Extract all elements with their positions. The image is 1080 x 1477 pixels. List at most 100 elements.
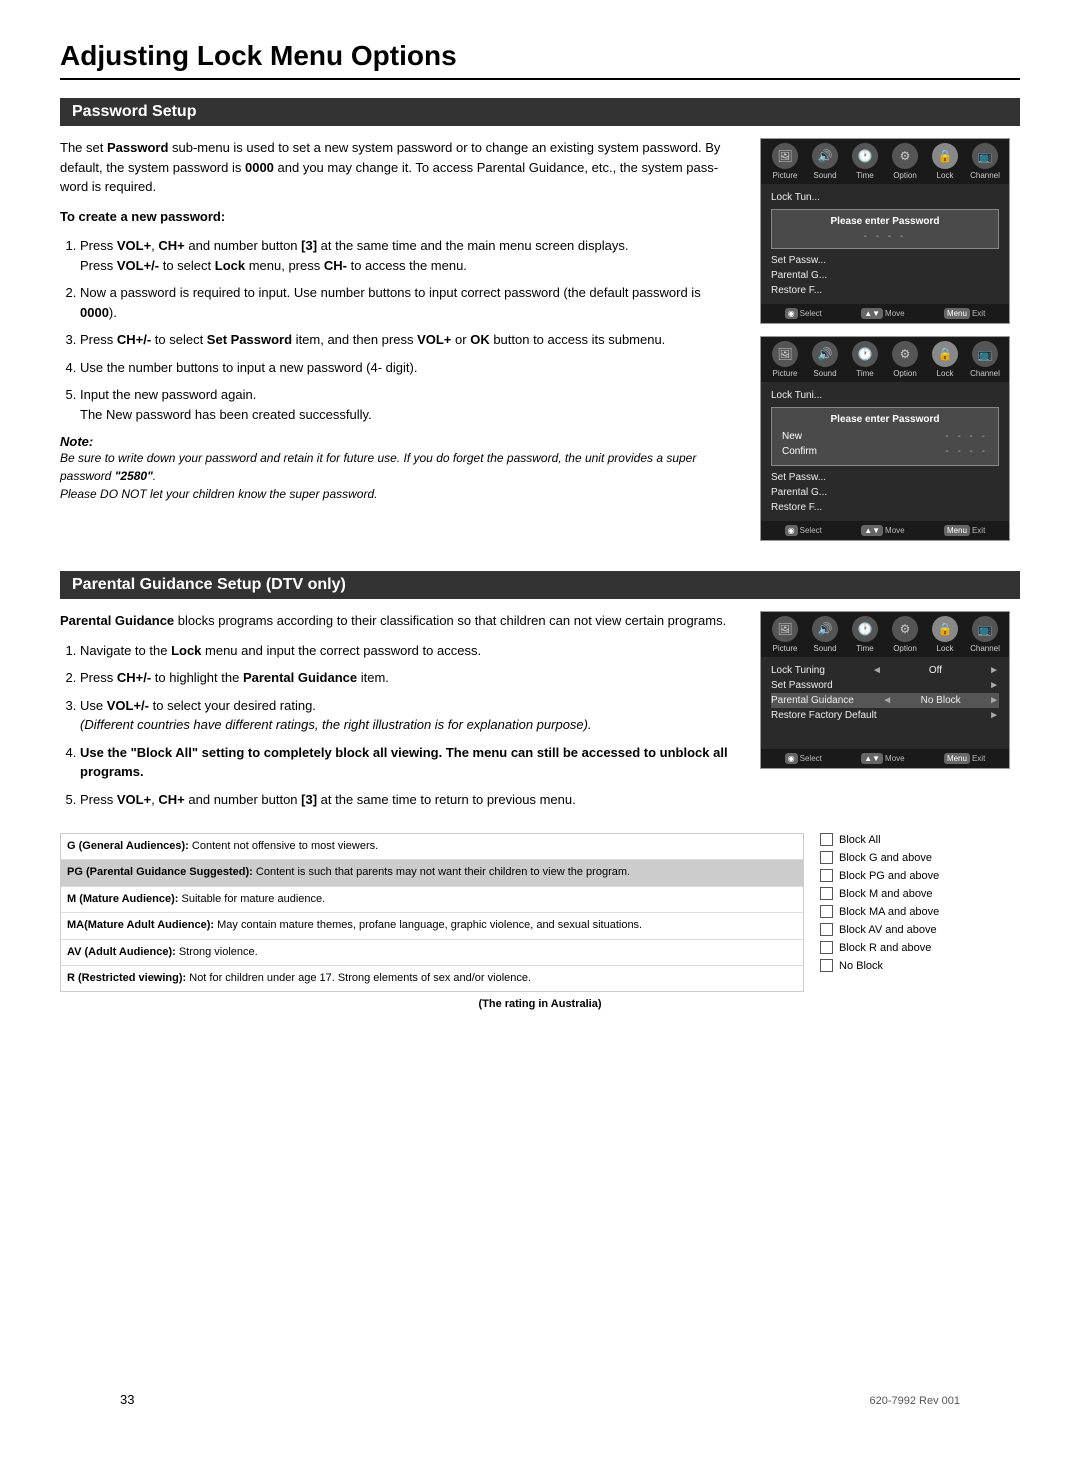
- tv-icon-sound-3: 🔊 Sound: [807, 616, 843, 653]
- tv-icon-lock-2: 🔒 Lock: [927, 341, 963, 378]
- picture-icon-2: 🖼: [772, 341, 798, 367]
- tv-bottom-bar-2: ◉Select ▲▼Move MenuExit: [761, 521, 1009, 540]
- channel-icon: 📺: [972, 143, 998, 169]
- password-step-2: Now a password is required to input. Use…: [80, 283, 740, 322]
- tv-icon-time-2: 🕐 Time: [847, 341, 883, 378]
- tv-icon-option-2: ⚙ Option: [887, 341, 923, 378]
- parental-section-header: Parental Guidance Setup (DTV only): [60, 571, 1020, 599]
- picture-icon-3: 🖼: [772, 616, 798, 642]
- tv-icon-lock-3: 🔒 Lock: [927, 616, 963, 653]
- checkbox-block-ma: [820, 905, 833, 918]
- picture-icon: 🖼: [772, 143, 798, 169]
- password-section-header: Password Setup: [60, 98, 1020, 126]
- password-step-3: Press CH+/- to select Set Password item,…: [80, 330, 740, 350]
- tv-parental-row: Parental G...: [771, 268, 999, 283]
- checklist-block-ma: Block MA and above: [820, 905, 1020, 918]
- time-icon-2: 🕐: [852, 341, 878, 367]
- checklist-block-av: Block AV and above: [820, 923, 1020, 936]
- password-content-left: The set Password sub-menu is used to set…: [60, 138, 740, 553]
- tv-icon-lock: 🔒 Lock: [927, 143, 963, 180]
- option-icon-3: ⚙: [892, 616, 918, 642]
- checklist-block-g: Block G and above: [820, 851, 1020, 864]
- parental-step-5: Press VOL+, CH+ and number button [3] at…: [80, 790, 740, 810]
- checklist-block-pg: Block PG and above: [820, 869, 1020, 882]
- checklist-no-block: No Block: [820, 959, 1020, 972]
- parental-content-right: 🖼 Picture 🔊 Sound 🕐 Time ⚙ Option: [760, 611, 1020, 819]
- parental-step-2: Press CH+/- to highlight the Parental Gu…: [80, 668, 740, 688]
- password-steps-list: Press VOL+, CH+ and number button [3] at…: [80, 236, 740, 424]
- rating-caption: (The rating in Australia): [60, 998, 1020, 1010]
- parental-step-3: Use VOL+/- to select your desired rating…: [80, 696, 740, 735]
- parental-step-1: Navigate to the Lock menu and input the …: [80, 641, 740, 661]
- checkbox-block-r: [820, 941, 833, 954]
- tv-restore-row-2: Restore F...: [771, 500, 999, 515]
- tv-lock-tuning-row: Lock Tun...: [771, 190, 999, 205]
- tv-icon-sound: 🔊 Sound: [807, 143, 843, 180]
- checkbox-no-block: [820, 959, 833, 972]
- sound-icon-2: 🔊: [812, 341, 838, 367]
- tv-bottom-bar-3: ◉Select ▲▼Move MenuExit: [761, 749, 1009, 768]
- tv-lock-tuning-row-3: Lock Tuning ◄ Off ►: [771, 663, 999, 678]
- rating-row-pg: PG (Parental Guidance Suggested): Conten…: [61, 860, 803, 886]
- checkbox-block-m: [820, 887, 833, 900]
- sound-icon: 🔊: [812, 143, 838, 169]
- tv-set-password-row-3: Set Password ►: [771, 678, 999, 693]
- sound-icon-3: 🔊: [812, 616, 838, 642]
- rating-row-av: AV (Adult Audience): Strong violence.: [61, 940, 803, 966]
- option-icon: ⚙: [892, 143, 918, 169]
- tv-parental-row-2: Parental G...: [771, 485, 999, 500]
- password-intro: The set Password sub-menu is used to set…: [60, 138, 740, 197]
- option-icon-2: ⚙: [892, 341, 918, 367]
- rating-checklist: Block All Block G and above Block PG and…: [820, 833, 1020, 992]
- checklist-block-all: Block All: [820, 833, 1020, 846]
- tv-menu-body-2: Lock Tuni... Please enter Password New -…: [761, 382, 1009, 521]
- tv-overlay-2: Please enter Password New - - - - Confir…: [771, 407, 999, 466]
- note-text: Be sure to write down your password and …: [60, 449, 740, 503]
- tv-icon-channel: 📺 Channel: [967, 143, 1003, 180]
- note-label: Note:: [60, 434, 93, 449]
- parental-intro: Parental Guidance blocks programs accord…: [60, 611, 740, 631]
- tv-icon-channel-2: 📺 Channel: [967, 341, 1003, 378]
- tv-set-passw-row-2: Set Passw...: [771, 470, 999, 485]
- parental-step-4: Use the "Block All" setting to completel…: [80, 743, 740, 782]
- tv-icon-option-3: ⚙ Option: [887, 616, 923, 653]
- rating-bottom-section: G (General Audiences): Content not offen…: [60, 833, 1020, 992]
- password-step-5: Input the new password again. The New pa…: [80, 385, 740, 424]
- tv-set-password-row: Set Passw...: [771, 253, 999, 268]
- rating-row-g: G (General Audiences): Content not offen…: [61, 834, 803, 860]
- time-icon: 🕐: [852, 143, 878, 169]
- password-step-4: Use the number buttons to input a new pa…: [80, 358, 740, 378]
- password-content-right: 🖼 Picture 🔊 Sound 🕐 Time ⚙ Option: [760, 138, 1020, 553]
- tv-restore-row: Restore F...: [771, 283, 999, 298]
- channel-icon-3: 📺: [972, 616, 998, 642]
- tv-menu-body-3: Lock Tuning ◄ Off ► Set Password ► Paren…: [761, 657, 1009, 749]
- tv-icon-picture-3: 🖼 Picture: [767, 616, 803, 653]
- tv-icon-time-3: 🕐 Time: [847, 616, 883, 653]
- tv-icons-row-1: 🖼 Picture 🔊 Sound 🕐 Time ⚙ Option: [761, 139, 1009, 184]
- checkbox-block-pg: [820, 869, 833, 882]
- rating-table: G (General Audiences): Content not offen…: [60, 833, 804, 992]
- tv-mockup-1: 🖼 Picture 🔊 Sound 🕐 Time ⚙ Option: [760, 138, 1010, 324]
- note-block: Note: Be sure to write down your passwor…: [60, 434, 740, 503]
- checkbox-block-av: [820, 923, 833, 936]
- checkbox-block-g: [820, 851, 833, 864]
- time-icon-3: 🕐: [852, 616, 878, 642]
- lock-icon: 🔒: [932, 143, 958, 169]
- page-number: 33: [120, 1392, 134, 1407]
- tv-icon-time: 🕐 Time: [847, 143, 883, 180]
- rating-row-r: R (Restricted viewing): Not for children…: [61, 966, 803, 991]
- tv-lock-tuning-row-2: Lock Tuni...: [771, 388, 999, 403]
- page-title: Adjusting Lock Menu Options: [60, 40, 1020, 80]
- checklist-block-r: Block R and above: [820, 941, 1020, 954]
- tv-icon-picture-2: 🖼 Picture: [767, 341, 803, 378]
- tv-menu-body-1: Lock Tun... Please enter Password - - - …: [761, 184, 1009, 304]
- checkbox-block-all: [820, 833, 833, 846]
- password-step-1: Press VOL+, CH+ and number button [3] at…: [80, 236, 740, 275]
- tv-icons-row-3: 🖼 Picture 🔊 Sound 🕐 Time ⚙ Option: [761, 612, 1009, 657]
- checklist-block-m: Block M and above: [820, 887, 1020, 900]
- rating-row-ma: MA(Mature Adult Audience): May contain m…: [61, 913, 803, 939]
- tv-icons-row-2: 🖼 Picture 🔊 Sound 🕐 Time ⚙ Option: [761, 337, 1009, 382]
- tv-icon-picture: 🖼 Picture: [767, 143, 803, 180]
- tv-icon-sound-2: 🔊 Sound: [807, 341, 843, 378]
- tv-parental-row-3: Parental Guidance ◄ No Block ►: [771, 693, 999, 708]
